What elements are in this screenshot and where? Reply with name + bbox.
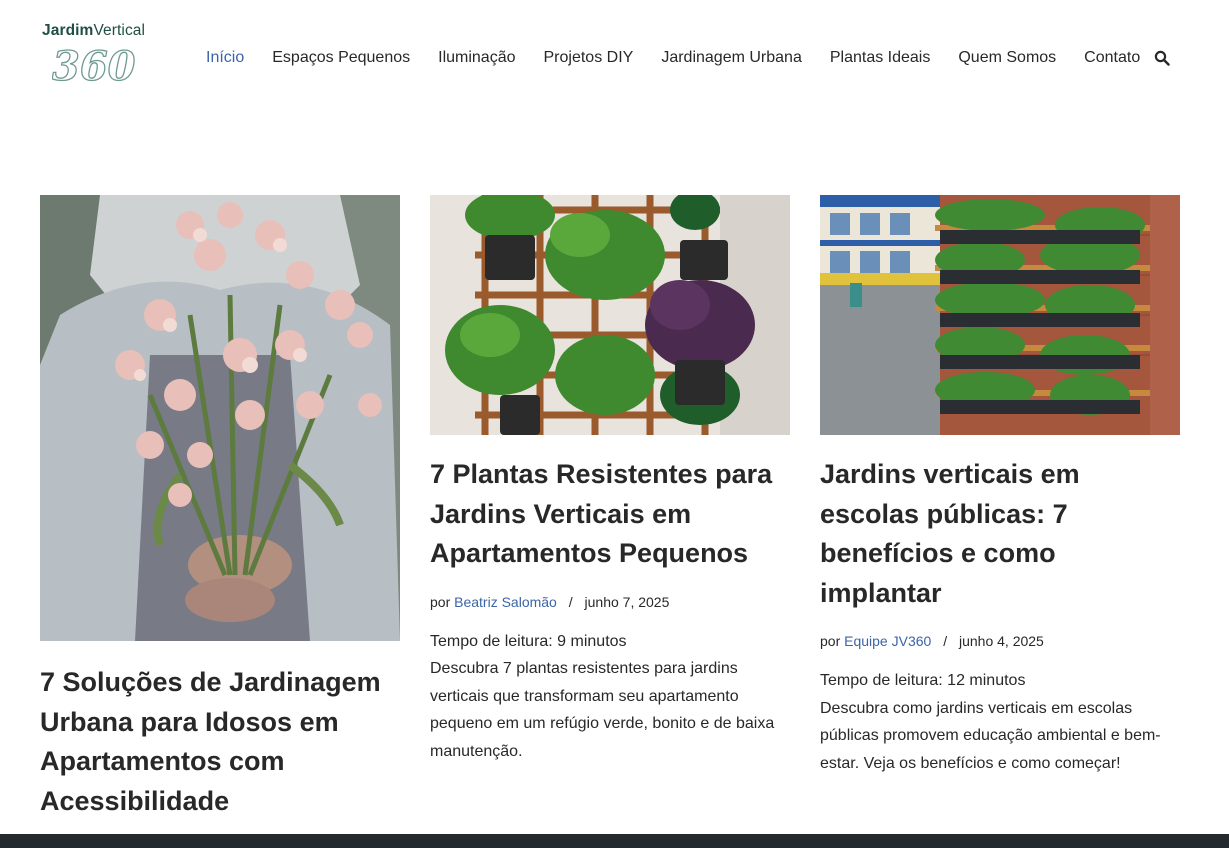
meta-separator: / (568, 593, 573, 610)
post-thumbnail[interactable] (430, 195, 790, 435)
post-title[interactable]: 7 Plantas Resistentes para Jardins Verti… (430, 455, 790, 574)
post-date: junho 7, 2025 (584, 593, 670, 610)
nav-item-plantas-ideais[interactable]: Plantas Ideais (830, 49, 931, 67)
post-card: 7 Soluções de Jardinagem Urbana para Ido… (40, 195, 400, 821)
post-excerpt: Tempo de leitura: 9 minutos Descubra 7 p… (430, 628, 790, 766)
post-thumbnail[interactable] (40, 195, 400, 641)
post-title[interactable]: Jardins verticais em escolas públicas: 7… (820, 455, 1180, 613)
post-date: junho 4, 2025 (958, 633, 1044, 649)
nav-item-contato[interactable]: Contato (1084, 49, 1140, 67)
meta-separator: / (943, 633, 948, 649)
meta-by: por (430, 593, 451, 610)
main-nav: Início Espaços Pequenos Iluminação Proje… (206, 46, 1168, 70)
footer-bar (0, 834, 1229, 848)
nav-item-inicio[interactable]: Início (206, 49, 244, 67)
nav-item-jardinagem-urbana[interactable]: Jardinagem Urbana (661, 49, 802, 67)
nav-item-projetos-diy[interactable]: Projetos DIY (544, 49, 634, 67)
reading-time: Tempo de leitura: 9 minutos (430, 632, 627, 650)
post-meta: por Beatriz Salomão / junho 7, 2025 (430, 594, 790, 610)
nav-item-iluminacao[interactable]: Iluminação (438, 49, 515, 67)
svg-text:360: 360 (52, 46, 136, 86)
post-title[interactable]: 7 Soluções de Jardinagem Urbana para Ido… (40, 663, 400, 821)
post-author-link[interactable]: Beatriz Salomão (454, 594, 557, 610)
reading-time: Tempo de leitura: 12 minutos (820, 672, 1026, 689)
nav-item-espacos-pequenos[interactable]: Espaços Pequenos (272, 49, 410, 67)
logo-wordmark: JardimVertical (42, 22, 146, 39)
excerpt-text: Descubra como jardins verticais em escol… (820, 699, 1161, 772)
meta-by: por (820, 633, 841, 649)
search-icon[interactable] (1154, 50, 1170, 66)
post-author-link[interactable]: Equipe JV360 (844, 633, 931, 649)
site-logo[interactable]: JardimVertical 360 (42, 22, 160, 86)
site-header: JardimVertical 360 Início Espaços Pequen… (0, 0, 1229, 110)
post-card: Jardins verticais em escolas públicas: 7… (820, 195, 1180, 777)
nav-item-quem-somos[interactable]: Quem Somos (958, 49, 1056, 67)
post-excerpt: Tempo de leitura: 12 minutos Descubra co… (820, 667, 1180, 777)
post-thumbnail[interactable] (820, 195, 1180, 435)
post-card: 7 Plantas Resistentes para Jardins Verti… (430, 195, 790, 765)
post-meta: por Equipe JV360 / junho 4, 2025 (820, 633, 1180, 649)
logo-number: 360 (52, 46, 136, 86)
excerpt-text: Descubra 7 plantas resistentes para jard… (430, 660, 775, 760)
